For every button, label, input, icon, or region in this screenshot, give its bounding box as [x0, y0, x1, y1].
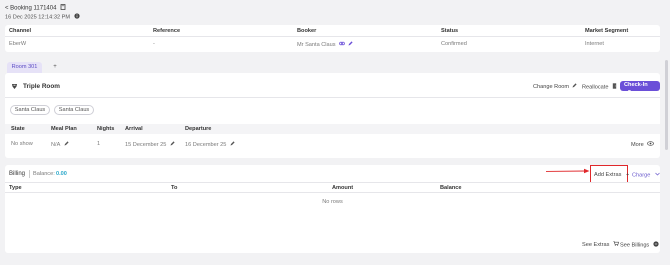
- channel-value: EberW: [9, 41, 27, 47]
- meal-plan-text: N/A: [51, 141, 61, 148]
- departure-value[interactable]: 16 December 25: [185, 141, 235, 148]
- see-extras-button[interactable]: See Extras: [582, 241, 619, 248]
- balance-value: 0.00: [56, 171, 67, 177]
- room-tab-active[interactable]: Room 301: [7, 62, 42, 73]
- add-extras-button[interactable]: Add Extras +: [594, 172, 629, 178]
- charge-label: Charge: [632, 172, 651, 179]
- room-tab-label: Room 301: [11, 64, 38, 70]
- booker-value[interactable]: Mr Santa Claus: [297, 41, 353, 48]
- guest-chip[interactable]: Santa Claus: [54, 105, 94, 115]
- see-billings-label: See Billings: [620, 242, 650, 249]
- guest-chip[interactable]: Santa Claus: [10, 105, 50, 115]
- edit-icon[interactable]: [64, 141, 69, 148]
- col-departure: Departure: [185, 126, 212, 132]
- col-state: State: [11, 126, 25, 132]
- annotation-arrow: [545, 168, 590, 174]
- see-extras-label: See Extras: [582, 241, 610, 248]
- guest-chip-label: Santa Claus: [14, 107, 46, 113]
- back-link[interactable]: < Booking 1171404: [5, 4, 66, 12]
- page-scrollbar[interactable]: [665, 60, 668, 150]
- edit-icon[interactable]: [170, 141, 175, 148]
- divider: [5, 36, 660, 37]
- check-in-label: Check-In: [624, 82, 648, 88]
- col-type: Type: [9, 185, 22, 191]
- charge-dropdown[interactable]: Charge: [632, 172, 660, 178]
- billing-title: Billing: [9, 171, 26, 177]
- arrival-text: 15 December 25: [125, 141, 167, 148]
- balance-label: Balance:: [33, 171, 55, 177]
- cart-icon: [613, 241, 619, 248]
- door-icon: [612, 83, 617, 91]
- state-value: No show: [11, 141, 33, 147]
- more-label: More: [631, 141, 644, 148]
- billing-card: Billing Balance: 0.00 Add Extras + Charg…: [5, 165, 660, 253]
- departure-text: 16 December 25: [185, 141, 227, 148]
- col-meal-plan: Meal Plan: [51, 126, 77, 132]
- copy-icon[interactable]: [60, 4, 66, 12]
- col-channel: Channel: [9, 28, 32, 34]
- room-card: Triple Room Change Room Reallocate Check…: [5, 73, 660, 158]
- plus-icon: +: [625, 172, 630, 178]
- nights-value: 1: [97, 141, 101, 147]
- col-arrival: Arrival: [125, 126, 143, 132]
- guest-chip-label: Santa Claus: [58, 107, 90, 113]
- booking-datetime: 16 Dec 2025 12:14:32 PM: [5, 13, 80, 21]
- eye-icon: [647, 141, 655, 148]
- reallocate-label: Reallocate: [582, 84, 609, 91]
- edit-icon[interactable]: [348, 41, 353, 48]
- info-icon[interactable]: [73, 13, 80, 21]
- add-extras-label: Add Extras: [594, 172, 622, 178]
- col-amount: Amount: [332, 185, 354, 191]
- meal-plan-value[interactable]: N/A: [51, 141, 69, 148]
- booking-summary-card: Channel Reference Booker Status Market S…: [5, 25, 660, 52]
- col-nights: Nights: [97, 126, 115, 132]
- bed-icon: [11, 83, 18, 92]
- datetime-text: 16 Dec 2025 12:14:32 PM: [5, 14, 70, 21]
- col-reference: Reference: [153, 28, 181, 34]
- reference-value: -: [153, 41, 155, 47]
- edit-icon[interactable]: [230, 141, 235, 148]
- check-in-button[interactable]: Check-In: [620, 81, 660, 95]
- col-market-segment: Market Segment: [585, 28, 629, 34]
- status-value: Confirmed: [441, 41, 467, 47]
- billing-circle-icon: [653, 241, 659, 249]
- col-booker: Booker: [297, 28, 317, 34]
- market-segment-value: Internet: [585, 41, 604, 47]
- booker-name: Mr Santa Claus: [297, 41, 336, 48]
- arrival-value[interactable]: 15 December 25: [125, 141, 175, 148]
- reallocate-button[interactable]: Reallocate: [582, 83, 617, 91]
- divider: [5, 182, 660, 183]
- add-room-tab-button[interactable]: +: [50, 62, 60, 73]
- see-billings-button[interactable]: See Billings: [620, 241, 659, 249]
- col-balance: Balance: [440, 185, 462, 191]
- change-room-label: Change Room: [533, 83, 570, 90]
- edit-icon: [572, 83, 577, 90]
- room-type: Triple Room: [23, 83, 60, 90]
- divider: [5, 192, 660, 193]
- change-room-button[interactable]: Change Room: [533, 83, 577, 90]
- billing-title-divider: [29, 170, 30, 178]
- back-link-label: < Booking 1171404: [5, 5, 57, 12]
- chevron-down-icon: [655, 172, 660, 178]
- col-to: To: [171, 185, 178, 191]
- empty-state-text: No rows: [322, 199, 343, 205]
- divider: [5, 97, 660, 98]
- col-status: Status: [441, 28, 459, 34]
- more-button[interactable]: More: [631, 141, 655, 148]
- link-icon[interactable]: [339, 41, 345, 48]
